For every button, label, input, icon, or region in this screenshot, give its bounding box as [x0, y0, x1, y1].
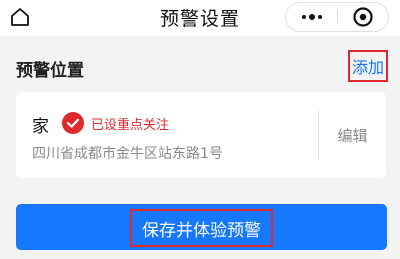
check-circle-icon — [62, 112, 84, 134]
focus-status-label: 已设重点关注 — [91, 118, 170, 133]
location-card: 家 已设重点关注 四川省成都市金牛区站东路1号 编辑 — [16, 92, 386, 178]
edit-location-button[interactable]: 编辑 — [319, 92, 386, 178]
top-navigation-bar: 预警设置 — [0, 0, 400, 36]
location-name: 家 — [32, 117, 49, 137]
save-button-label[interactable]: 保存并体验预警 — [130, 209, 273, 247]
location-address: 四川省成都市金牛区站东路1号 — [32, 146, 223, 162]
alert-settings-screen: 预警设置 预警位置 添加 家 已设重点关注 四川省成都市金牛区站东路1号 编辑 … — [0, 0, 400, 259]
mini-program-capsule — [285, 2, 389, 32]
add-location-button[interactable]: 添加 — [348, 50, 388, 82]
more-dots-icon — [301, 15, 306, 19]
section-title: 预警位置 — [16, 61, 84, 81]
close-circle-icon — [353, 7, 373, 27]
close-button[interactable] — [338, 3, 388, 31]
more-dots-icon-right — [317, 15, 322, 19]
section-header: 预警位置 — [0, 44, 400, 88]
more-dots-icon-center — [308, 14, 315, 20]
more-button[interactable] — [286, 3, 337, 31]
